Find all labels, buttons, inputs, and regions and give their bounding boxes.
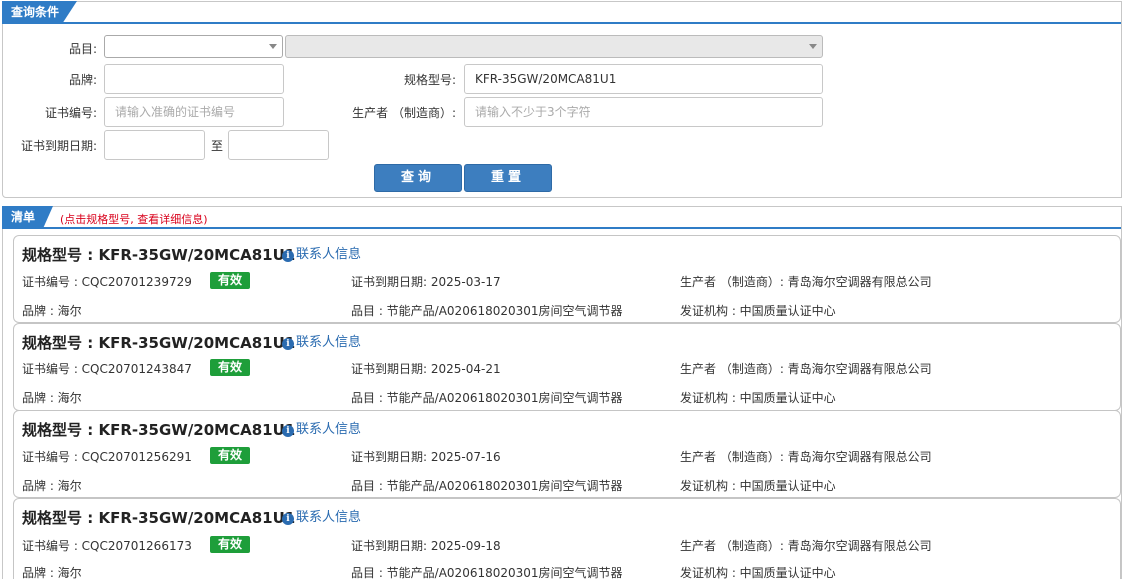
- maker: 生产者 （制造商）: 青岛海尔空调器有限总公司: [680, 362, 932, 376]
- info-circle-icon: i: [282, 425, 294, 437]
- info-circle-icon: i: [282, 338, 294, 350]
- model-link[interactable]: 规格型号 : KFR-35GW/20MCA81U1: [22, 507, 295, 528]
- category: 品目 : 节能产品/A020618020301房间空气调节器: [351, 479, 623, 493]
- maker: 生产者 （制造商）: 青岛海尔空调器有限总公司: [680, 539, 932, 553]
- category: 品目 : 节能产品/A020618020301房间空气调节器: [351, 391, 623, 405]
- category: 品目 : 节能产品/A020618020301房间空气调节器: [351, 566, 623, 579]
- model-link[interactable]: 规格型号 : KFR-35GW/20MCA81U1: [22, 419, 295, 440]
- brand: 品牌 : 海尔: [22, 566, 82, 579]
- issuer: 发证机构 : 中国质量认证中心: [680, 304, 836, 318]
- contact-label: 联系人信息: [296, 422, 362, 437]
- contact-link[interactable]: i 联系人信息: [282, 331, 361, 350]
- chevron-down-icon: [269, 44, 277, 49]
- list-tab-strip: 清单 (点击规格型号, 查看详细信息): [2, 206, 1121, 229]
- list-tab: 清单: [2, 206, 54, 229]
- status-badge: 有效: [210, 447, 250, 464]
- expiry-to-label: 至: [210, 139, 223, 153]
- cert-number: 证书编号 : CQC20701243847: [22, 362, 192, 376]
- category-label: 品目:: [68, 42, 97, 56]
- list-hint: (点击规格型号, 查看详细信息): [60, 213, 208, 226]
- expiry-date: 证书到期日期: 2025-07-16: [351, 450, 501, 464]
- brand: 品牌 : 海尔: [22, 391, 82, 405]
- issuer: 发证机构 : 中国质量认证中心: [680, 566, 836, 579]
- issuer: 发证机构 : 中国质量认证中心: [680, 479, 836, 493]
- status-badge: 有效: [210, 536, 250, 553]
- search-button[interactable]: 查询: [374, 164, 462, 192]
- cert-input[interactable]: 请输入准确的证书编号: [104, 97, 284, 127]
- issuer: 发证机构 : 中国质量认证中心: [680, 391, 836, 405]
- brand-input[interactable]: [104, 64, 284, 94]
- cert-label: 证书编号:: [44, 106, 97, 120]
- model-label: 规格型号:: [403, 73, 456, 87]
- brand: 品牌 : 海尔: [22, 304, 82, 318]
- cert-number: 证书编号 : CQC20701239729: [22, 275, 192, 289]
- result-card: 规格型号 : KFR-35GW/20MCA81U1 i 联系人信息 证书编号 : …: [13, 410, 1121, 498]
- result-card: 规格型号 : KFR-35GW/20MCA81U1 i 联系人信息 证书编号 : …: [13, 323, 1121, 411]
- contact-label: 联系人信息: [296, 335, 362, 350]
- expiry-date: 证书到期日期: 2025-04-21: [351, 362, 501, 376]
- contact-link[interactable]: i 联系人信息: [282, 243, 361, 262]
- category: 品目 : 节能产品/A020618020301房间空气调节器: [351, 304, 623, 318]
- query-tab-strip: 查询条件: [2, 1, 1121, 24]
- maker-input[interactable]: 请输入不少于3个字符: [464, 97, 823, 127]
- info-circle-icon: i: [282, 513, 294, 525]
- status-badge: 有效: [210, 359, 250, 376]
- maker: 生产者 （制造商）: 青岛海尔空调器有限总公司: [680, 275, 932, 289]
- maker: 生产者 （制造商）: 青岛海尔空调器有限总公司: [680, 450, 932, 464]
- reset-button[interactable]: 重置: [464, 164, 552, 192]
- subcategory-select[interactable]: [285, 35, 823, 58]
- model-input[interactable]: KFR-35GW/20MCA81U1: [464, 64, 823, 94]
- cert-number: 证书编号 : CQC20701266173: [22, 539, 192, 553]
- expiry-date: 证书到期日期: 2025-03-17: [351, 275, 501, 289]
- contact-link[interactable]: i 联系人信息: [282, 418, 361, 437]
- expiry-from-input[interactable]: [104, 130, 205, 160]
- category-select[interactable]: [104, 35, 283, 58]
- expiry-date: 证书到期日期: 2025-09-18: [351, 539, 501, 553]
- contact-label: 联系人信息: [296, 247, 362, 262]
- expiry-label: 证书到期日期:: [20, 139, 97, 153]
- contact-label: 联系人信息: [296, 510, 362, 525]
- model-link[interactable]: 规格型号 : KFR-35GW/20MCA81U1: [22, 244, 295, 265]
- brand-label: 品牌:: [68, 73, 97, 87]
- result-card: 规格型号 : KFR-35GW/20MCA81U1 i 联系人信息 证书编号 : …: [13, 498, 1121, 579]
- status-badge: 有效: [210, 272, 250, 289]
- maker-label: 生产者 （制造商）:: [352, 106, 456, 120]
- result-card: 规格型号 : KFR-35GW/20MCA81U1 i 联系人信息 证书编号 : …: [13, 235, 1121, 323]
- query-tab: 查询条件: [2, 1, 78, 24]
- contact-link[interactable]: i 联系人信息: [282, 506, 361, 525]
- expiry-to-input[interactable]: [228, 130, 329, 160]
- chevron-down-icon: [809, 44, 817, 49]
- cert-number: 证书编号 : CQC20701256291: [22, 450, 192, 464]
- model-link[interactable]: 规格型号 : KFR-35GW/20MCA81U1: [22, 332, 295, 353]
- brand: 品牌 : 海尔: [22, 479, 82, 493]
- info-circle-icon: i: [282, 250, 294, 262]
